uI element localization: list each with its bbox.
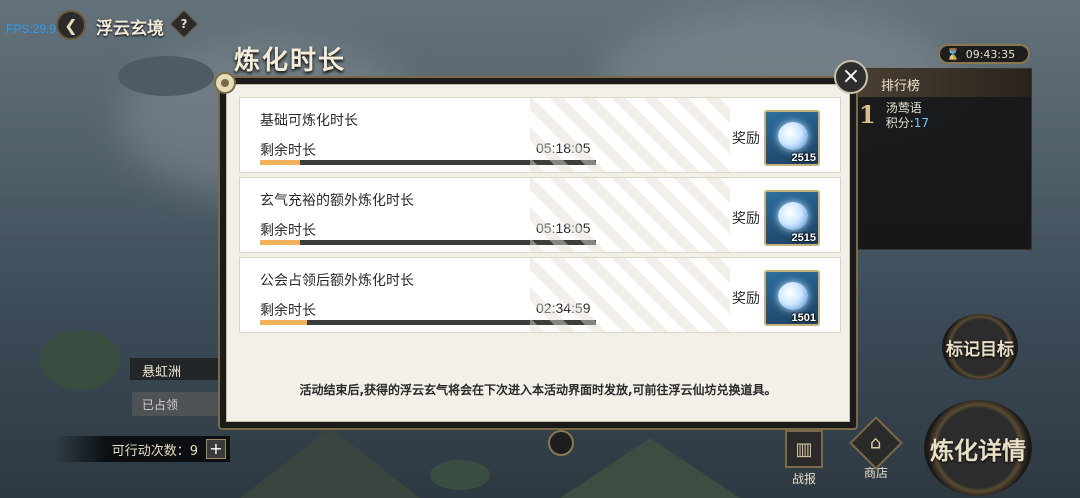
duration-card: 玄气充裕的额外炼化时长 剩余时长 05:18:05 奖励 2515 bbox=[239, 177, 841, 253]
progress-fill bbox=[260, 160, 301, 165]
question-icon: ? bbox=[180, 17, 188, 31]
rank-player-name: 汤莺语 bbox=[885, 101, 922, 115]
remain-label: 剩余时长 bbox=[260, 143, 316, 159]
ranking-row[interactable]: 1 汤莺语 积分:17 bbox=[859, 101, 929, 131]
back-button[interactable]: ❮ bbox=[56, 10, 86, 40]
reward-label: 奖励 bbox=[732, 291, 760, 307]
remain-label: 剩余时长 bbox=[260, 223, 316, 239]
duration-card: 基础可炼化时长 剩余时长 05:18:05 奖励 2515 bbox=[239, 97, 841, 173]
shop-button[interactable]: ⌂ 商店 bbox=[849, 416, 903, 481]
refine-details-button[interactable]: 炼化详情 bbox=[924, 400, 1032, 496]
timer-value: 09:43:35 bbox=[965, 47, 1016, 61]
progress-fill bbox=[260, 240, 301, 245]
score-value: 17 bbox=[913, 116, 930, 130]
rank-score: 积分:17 bbox=[886, 116, 929, 131]
actions-bar: 可行动次数：9 + bbox=[54, 436, 230, 462]
reward-count: 2515 bbox=[791, 232, 816, 244]
reward-count: 1501 bbox=[791, 312, 816, 324]
reward-item[interactable]: 2515 bbox=[764, 110, 820, 166]
progress-bar bbox=[260, 160, 596, 165]
modal-footnote: 活动结束后,获得的浮云玄气将会在下次进入本活动界面时发放,可前往浮云仙坊兑换道具… bbox=[299, 383, 777, 397]
fps-counter: FPS:29.91 bbox=[6, 22, 63, 36]
event-timer: ⌛ 09:43:35 bbox=[938, 44, 1030, 64]
progress-bar bbox=[260, 320, 596, 325]
spirit-orb-icon bbox=[778, 282, 808, 310]
card-title: 公会占领后额外炼化时长 bbox=[260, 273, 414, 289]
book-icon: ▥ bbox=[785, 430, 823, 468]
scene-title: 浮云玄境 bbox=[96, 19, 164, 39]
emblem-icon bbox=[548, 430, 574, 456]
modal-title: 炼化时长 bbox=[234, 46, 347, 76]
card-title: 玄气充裕的额外炼化时长 bbox=[260, 193, 414, 209]
reward-count: 2515 bbox=[791, 152, 816, 164]
rank-number: 1 bbox=[859, 100, 876, 129]
progress-bar bbox=[260, 240, 596, 245]
mark-target-button[interactable]: 标记目标 bbox=[942, 314, 1018, 380]
reward-label: 奖励 bbox=[732, 131, 760, 147]
card-title: 基础可炼化时长 bbox=[260, 113, 358, 129]
reward-item[interactable]: 2515 bbox=[764, 190, 820, 246]
region-name[interactable]: 悬虹洲 bbox=[130, 358, 222, 380]
add-actions-button[interactable]: + bbox=[206, 439, 226, 459]
actions-count: 可行动次数：9 bbox=[111, 443, 198, 459]
ranking-panel[interactable]: 排行榜 1 汤莺语 积分:17 bbox=[852, 68, 1032, 250]
occupied-status: 已占领 bbox=[132, 392, 224, 416]
battle-report-button[interactable]: ▥ 战报 bbox=[780, 430, 828, 487]
reward-item[interactable]: 1501 bbox=[764, 270, 820, 326]
remain-time: 02:34:59 bbox=[536, 300, 591, 316]
close-button[interactable]: × bbox=[834, 60, 868, 94]
remain-time: 05:18:05 bbox=[536, 220, 591, 236]
duration-card: 公会占领后额外炼化时长 剩余时长 02:34:59 奖励 1501 bbox=[239, 257, 841, 333]
spirit-orb-icon bbox=[778, 122, 808, 150]
remain-time: 05:18:05 bbox=[536, 140, 591, 156]
remain-label: 剩余时长 bbox=[260, 303, 316, 319]
ranking-title: 排行榜 bbox=[853, 69, 1031, 97]
hourglass-icon: ⌛ bbox=[946, 47, 960, 61]
scroll-pin-icon bbox=[214, 72, 236, 94]
chevron-left-icon: ❮ bbox=[64, 15, 78, 35]
refine-duration-modal: 基础可炼化时长 剩余时长 05:18:05 奖励 2515 玄气充裕的额外炼化时… bbox=[218, 76, 858, 430]
progress-fill bbox=[260, 320, 308, 325]
battle-report-label: 战报 bbox=[791, 472, 816, 486]
modal-content: 基础可炼化时长 剩余时长 05:18:05 奖励 2515 玄气充裕的额外炼化时… bbox=[226, 84, 850, 422]
spirit-orb-icon bbox=[778, 202, 808, 230]
score-label: 积分: bbox=[885, 116, 914, 130]
reward-label: 奖励 bbox=[732, 211, 760, 227]
